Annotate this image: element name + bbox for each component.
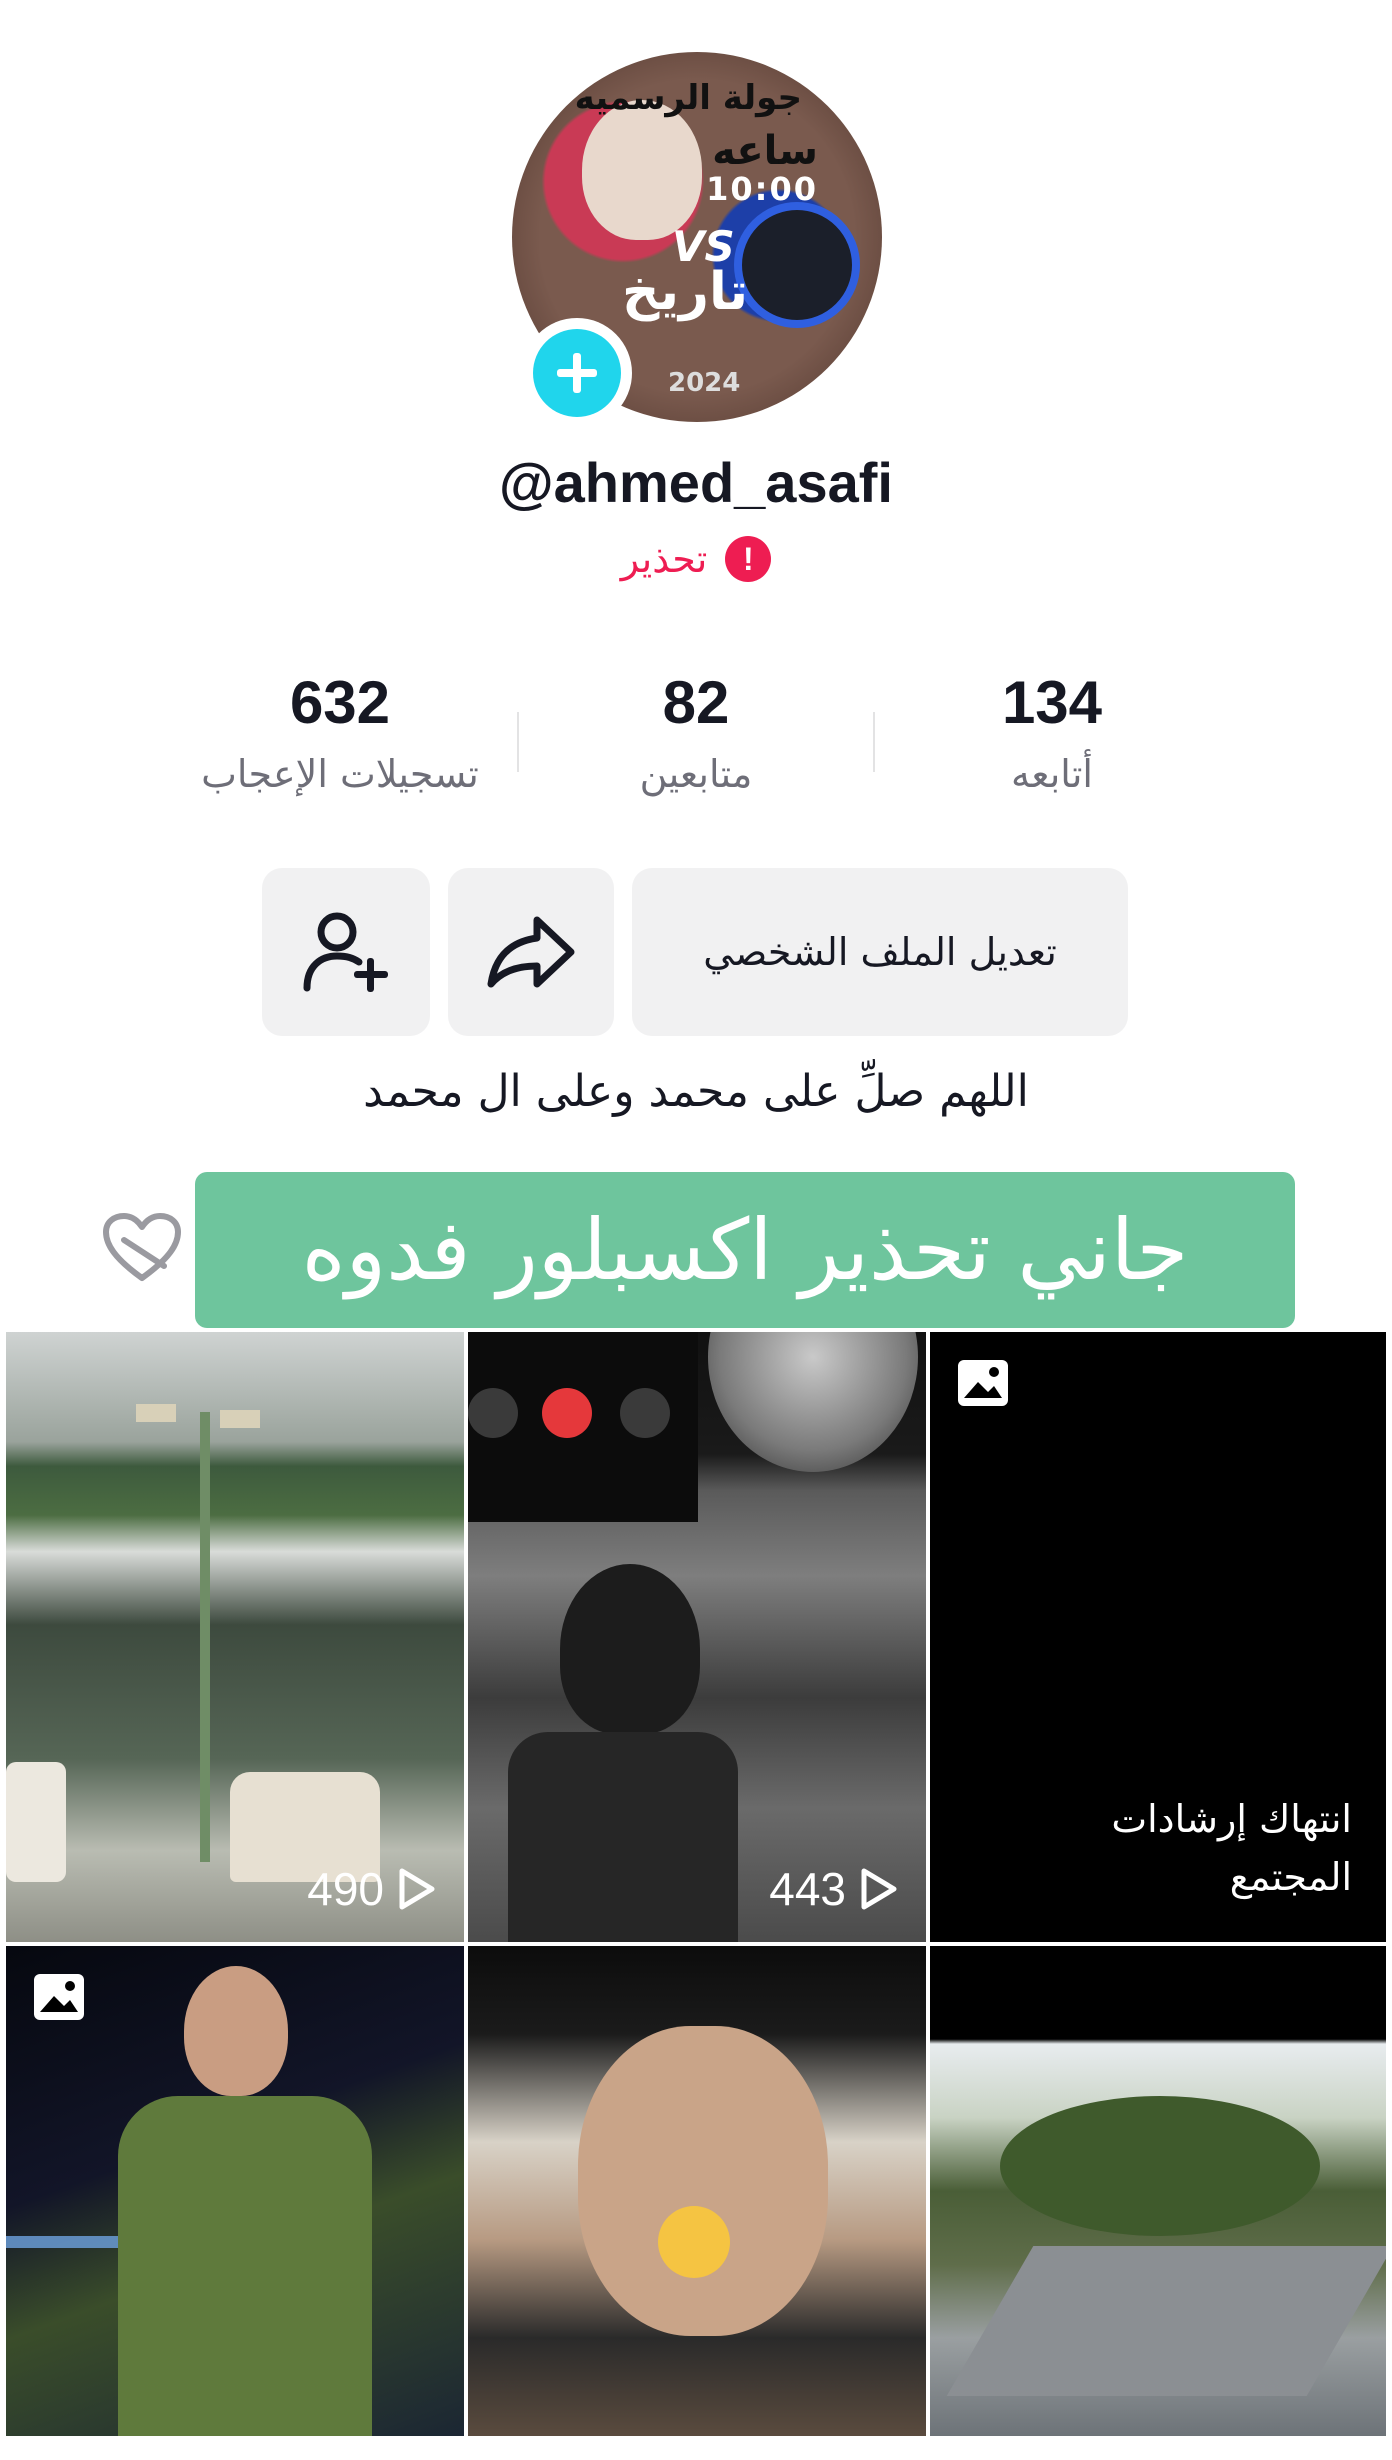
following-label: أتابعه xyxy=(1011,752,1093,796)
avatar-text-date: تاريخ xyxy=(622,262,748,322)
scene-tree xyxy=(1000,2096,1320,2236)
edit-profile-button[interactable]: تعديل الملف الشخصي xyxy=(632,868,1128,1036)
likes-label: تسجيلات الإعجاب xyxy=(201,752,479,796)
scene-chair xyxy=(6,1762,66,1882)
scene-moon xyxy=(708,1332,918,1472)
avatar-text-year: 2024 xyxy=(668,368,741,398)
view-count-value: 443 xyxy=(769,1863,846,1915)
add-friend-button[interactable] xyxy=(262,868,430,1036)
scene-call-button xyxy=(620,1388,670,1438)
profile-bio: اللهم صلِّ على محمد وعلى ال محمد xyxy=(363,1066,1029,1117)
video-thumbnail[interactable] xyxy=(468,1946,926,2436)
scene-person-face xyxy=(578,2026,828,2336)
avatar-person-left xyxy=(582,100,702,240)
add-story-button[interactable] xyxy=(522,318,632,428)
add-user-icon xyxy=(303,912,388,992)
following-count: 134 xyxy=(1001,669,1103,736)
scene-pole xyxy=(200,1412,210,1862)
exclamation-icon: ! xyxy=(725,536,772,582)
view-count: 490 xyxy=(307,1862,436,1916)
scene-person-body xyxy=(508,1732,738,1942)
photo-thumbnail-removed[interactable]: انتهاك إرشادات المجتمع xyxy=(930,1332,1386,1942)
plus-icon xyxy=(533,329,621,417)
stat-likes[interactable]: 632 تسجيلات الإعجاب xyxy=(180,668,500,796)
photo-icon xyxy=(34,1974,84,2020)
avatar-text-hour: ساعه xyxy=(712,128,818,174)
stat-divider xyxy=(517,712,519,772)
play-icon xyxy=(399,1868,435,1910)
scene-city-lights xyxy=(6,2236,126,2248)
edit-profile-label: تعديل الملف الشخصي xyxy=(703,930,1057,974)
video-thumbnail[interactable]: 443 xyxy=(468,1332,926,1942)
scene-call-screen xyxy=(468,1332,698,1522)
stat-followers[interactable]: 82 متابعين xyxy=(536,668,856,796)
guideline-violation-label: انتهاك إرشادات المجتمع xyxy=(1111,1797,1352,1899)
heart-off-icon[interactable] xyxy=(102,1212,182,1284)
scene-person-head xyxy=(560,1564,700,1734)
share-icon xyxy=(487,916,575,988)
warning-banner: جاني تحذير اكسبلور فدوه xyxy=(195,1172,1295,1328)
scene-call-button xyxy=(468,1388,518,1438)
followers-count: 82 xyxy=(662,669,730,736)
photo-icon xyxy=(958,1360,1008,1406)
avatar-text-title: جولة الرسميه xyxy=(574,78,802,118)
warning-label: تحذير xyxy=(620,537,708,581)
view-count-value: 490 xyxy=(307,1863,384,1915)
stat-divider xyxy=(873,712,875,772)
scene-person-shirt xyxy=(118,2096,372,2436)
avatar-person-right xyxy=(734,202,860,328)
scene-person-head xyxy=(184,1966,288,2096)
likes-count: 632 xyxy=(289,669,391,736)
scene-path xyxy=(946,2246,1386,2396)
share-profile-button[interactable] xyxy=(448,868,614,1036)
username: @ahmed_asafi xyxy=(499,451,893,514)
play-icon xyxy=(861,1868,897,1910)
scene-emoji xyxy=(658,2206,730,2278)
view-count: 443 xyxy=(769,1862,898,1916)
followers-label: متابعين xyxy=(639,752,753,796)
video-thumbnail[interactable] xyxy=(930,1946,1386,2436)
video-thumbnail[interactable]: 490 xyxy=(6,1332,464,1942)
avatar-text-time: 10:00 xyxy=(706,170,818,208)
scene-lamp xyxy=(220,1410,260,1428)
banner-text: جاني تحذير اكسبلور فدوه xyxy=(301,1201,1189,1299)
scene-hangup-button xyxy=(542,1388,592,1438)
warning-badge[interactable]: ! تحذير xyxy=(0,536,1392,582)
scene-lamp xyxy=(136,1404,176,1422)
stat-following[interactable]: 134 أتابعه xyxy=(892,668,1212,796)
photo-thumbnail[interactable] xyxy=(6,1946,464,2436)
